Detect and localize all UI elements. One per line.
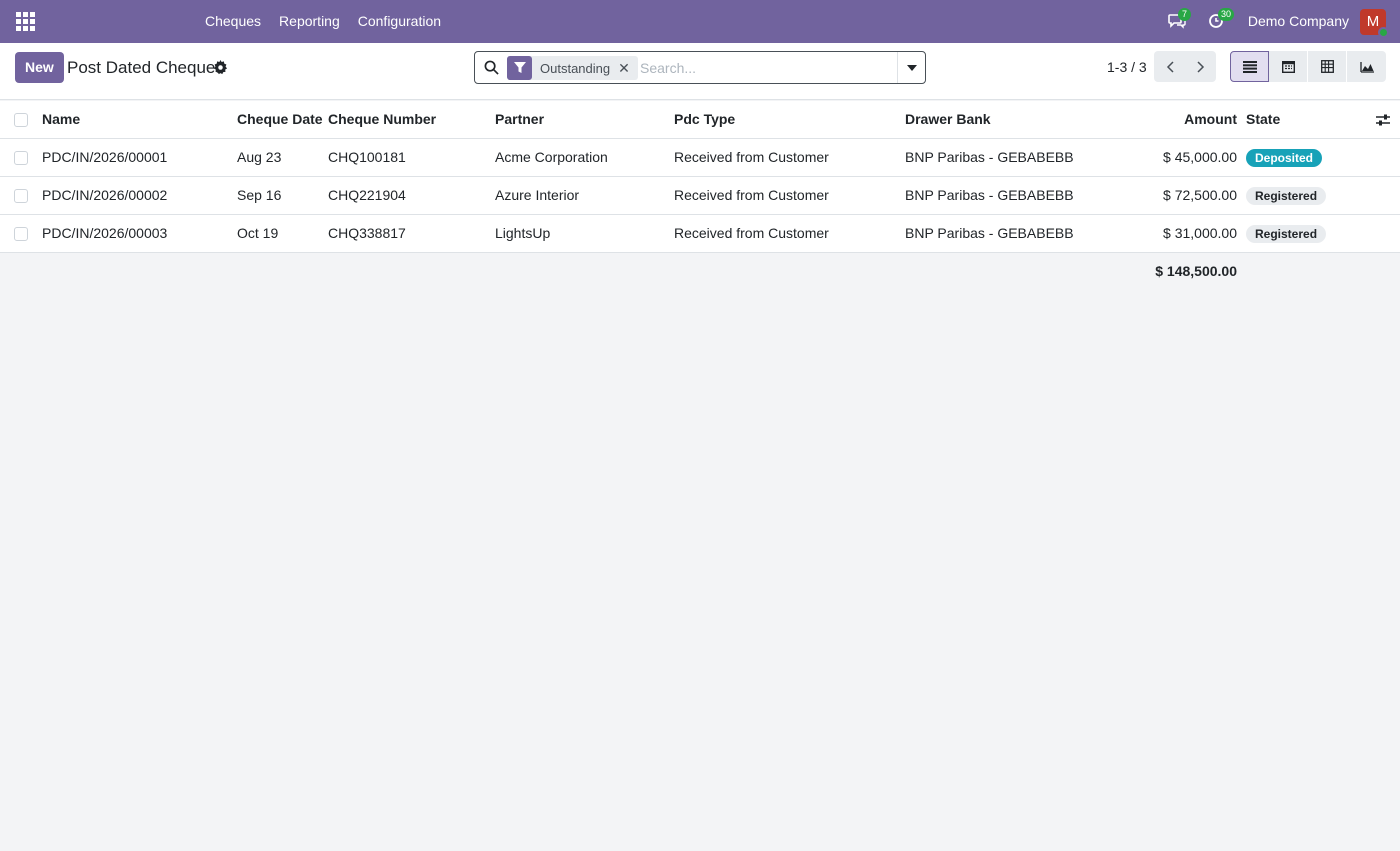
list-header: Name Cheque Date Cheque Number Partner P…	[0, 101, 1400, 139]
online-status-indicator	[1378, 27, 1389, 38]
row-checkbox[interactable]	[14, 227, 28, 241]
cell-pdc-type: Received from Customer	[674, 187, 829, 203]
cell-cheque-number: CHQ221904	[328, 187, 406, 203]
cell-pdc-type: Received from Customer	[674, 149, 829, 165]
cell-amount: $ 31,000.00	[1163, 225, 1237, 241]
column-header-cheque-date[interactable]: Cheque Date	[237, 101, 323, 138]
table-row[interactable]: PDC/IN/2026/00002 Sep 16 CHQ221904 Azure…	[0, 177, 1400, 215]
cell-state: Deposited	[1246, 139, 1323, 176]
systray: 7 30 Demo Company M	[1160, 0, 1400, 43]
view-switcher	[1230, 51, 1386, 82]
column-header-amount[interactable]: Amount	[1184, 101, 1237, 138]
menu-reporting[interactable]: Reporting	[270, 0, 349, 43]
filter-icon	[507, 56, 532, 80]
main-menu: Cheques Reporting Configuration	[196, 0, 450, 43]
cell-drawer-bank: BNP Paribas - GEBABEBB	[905, 187, 1074, 203]
user-avatar[interactable]: M	[1360, 9, 1389, 38]
amount-total: $ 148,500.00	[1155, 263, 1237, 279]
search-bar: Outstanding ✕	[474, 51, 926, 84]
caret-down-icon	[906, 64, 917, 71]
row-checkbox[interactable]	[14, 151, 28, 165]
new-button[interactable]: New	[15, 52, 64, 83]
state-badge: Registered	[1246, 225, 1327, 243]
cell-partner: Acme Corporation	[495, 149, 608, 165]
graph-view-button[interactable]	[1347, 51, 1386, 82]
cell-cheque-number: CHQ338817	[328, 225, 406, 241]
cell-drawer-bank: BNP Paribas - GEBABEBB	[905, 149, 1074, 165]
gear-icon[interactable]	[213, 60, 228, 75]
cell-drawer-bank: BNP Paribas - GEBABEBB	[905, 225, 1074, 241]
cell-name: PDC/IN/2026/00001	[42, 149, 168, 165]
control-panel: New Post Dated Cheques Outstanding ✕ 1-3…	[0, 43, 1400, 100]
column-header-pdc-type[interactable]: Pdc Type	[674, 101, 735, 138]
search-input[interactable]	[640, 57, 895, 79]
search-facet-outstanding: Outstanding ✕	[507, 56, 638, 80]
pager-buttons	[1154, 51, 1216, 82]
top-navbar: Cheques Reporting Configuration 7 30 Dem…	[0, 0, 1400, 43]
search-options-toggle[interactable]	[897, 52, 925, 83]
cell-cheque-date: Aug 23	[237, 149, 282, 165]
cell-cheque-date: Sep 16	[237, 187, 282, 203]
optional-columns-icon[interactable]	[1376, 113, 1390, 127]
chevron-left-icon	[1166, 60, 1174, 73]
calendar-view-button[interactable]	[1269, 51, 1308, 82]
column-header-partner[interactable]: Partner	[495, 101, 544, 138]
activities-count-badge: 30	[1218, 8, 1235, 21]
list-icon	[1242, 60, 1257, 73]
column-header-drawer-bank[interactable]: Drawer Bank	[905, 101, 991, 138]
search-icon[interactable]	[484, 60, 499, 75]
cell-partner: LightsUp	[495, 225, 551, 241]
cell-amount: $ 72,500.00	[1163, 187, 1237, 203]
list-view-button[interactable]	[1230, 51, 1269, 82]
app-menu-icon[interactable]	[14, 10, 36, 32]
activities-icon[interactable]: 30	[1208, 8, 1235, 32]
select-all-checkbox[interactable]	[14, 113, 28, 127]
column-header-state[interactable]: State	[1246, 101, 1280, 138]
cell-amount: $ 45,000.00	[1163, 149, 1237, 165]
facet-label: Outstanding	[540, 60, 611, 76]
pager-next-button[interactable]	[1185, 51, 1216, 82]
state-badge: Deposited	[1246, 149, 1323, 167]
pager-previous-button[interactable]	[1154, 51, 1185, 82]
pivot-view-button[interactable]	[1308, 51, 1347, 82]
cell-partner: Azure Interior	[495, 187, 580, 203]
company-switcher[interactable]: Demo Company	[1248, 0, 1349, 43]
page-title: Post Dated Cheques	[67, 58, 224, 77]
cell-name: PDC/IN/2026/00002	[42, 187, 168, 203]
column-header-cheque-number[interactable]: Cheque Number	[328, 101, 436, 138]
close-icon[interactable]: ✕	[618, 60, 638, 77]
cell-name: PDC/IN/2026/00003	[42, 225, 168, 241]
cell-cheque-number: CHQ100181	[328, 149, 406, 165]
menu-configuration[interactable]: Configuration	[349, 0, 450, 43]
area-chart-icon	[1359, 61, 1374, 73]
cell-cheque-date: Oct 19	[237, 225, 279, 241]
cell-state: Registered	[1246, 177, 1327, 214]
messages-count-badge: 7	[1178, 8, 1191, 21]
column-header-name[interactable]: Name	[42, 101, 80, 138]
chevron-right-icon	[1196, 60, 1204, 73]
messages-icon[interactable]: 7	[1168, 8, 1191, 32]
table-row[interactable]: PDC/IN/2026/00001 Aug 23 CHQ100181 Acme …	[0, 139, 1400, 177]
list-footer: $ 148,500.00	[0, 253, 1400, 291]
cell-state: Registered	[1246, 215, 1327, 252]
pivot-table-icon	[1320, 60, 1334, 73]
pager-value[interactable]: 1-3 / 3	[1107, 59, 1147, 75]
user-initial: M	[1366, 13, 1380, 30]
cell-pdc-type: Received from Customer	[674, 225, 829, 241]
state-badge: Registered	[1246, 187, 1327, 205]
row-checkbox[interactable]	[14, 189, 28, 203]
menu-cheques[interactable]: Cheques	[196, 0, 270, 43]
cheques-list: Name Cheque Date Cheque Number Partner P…	[0, 101, 1400, 291]
calendar-icon	[1281, 61, 1295, 73]
table-row[interactable]: PDC/IN/2026/00003 Oct 19 CHQ338817 Light…	[0, 215, 1400, 253]
